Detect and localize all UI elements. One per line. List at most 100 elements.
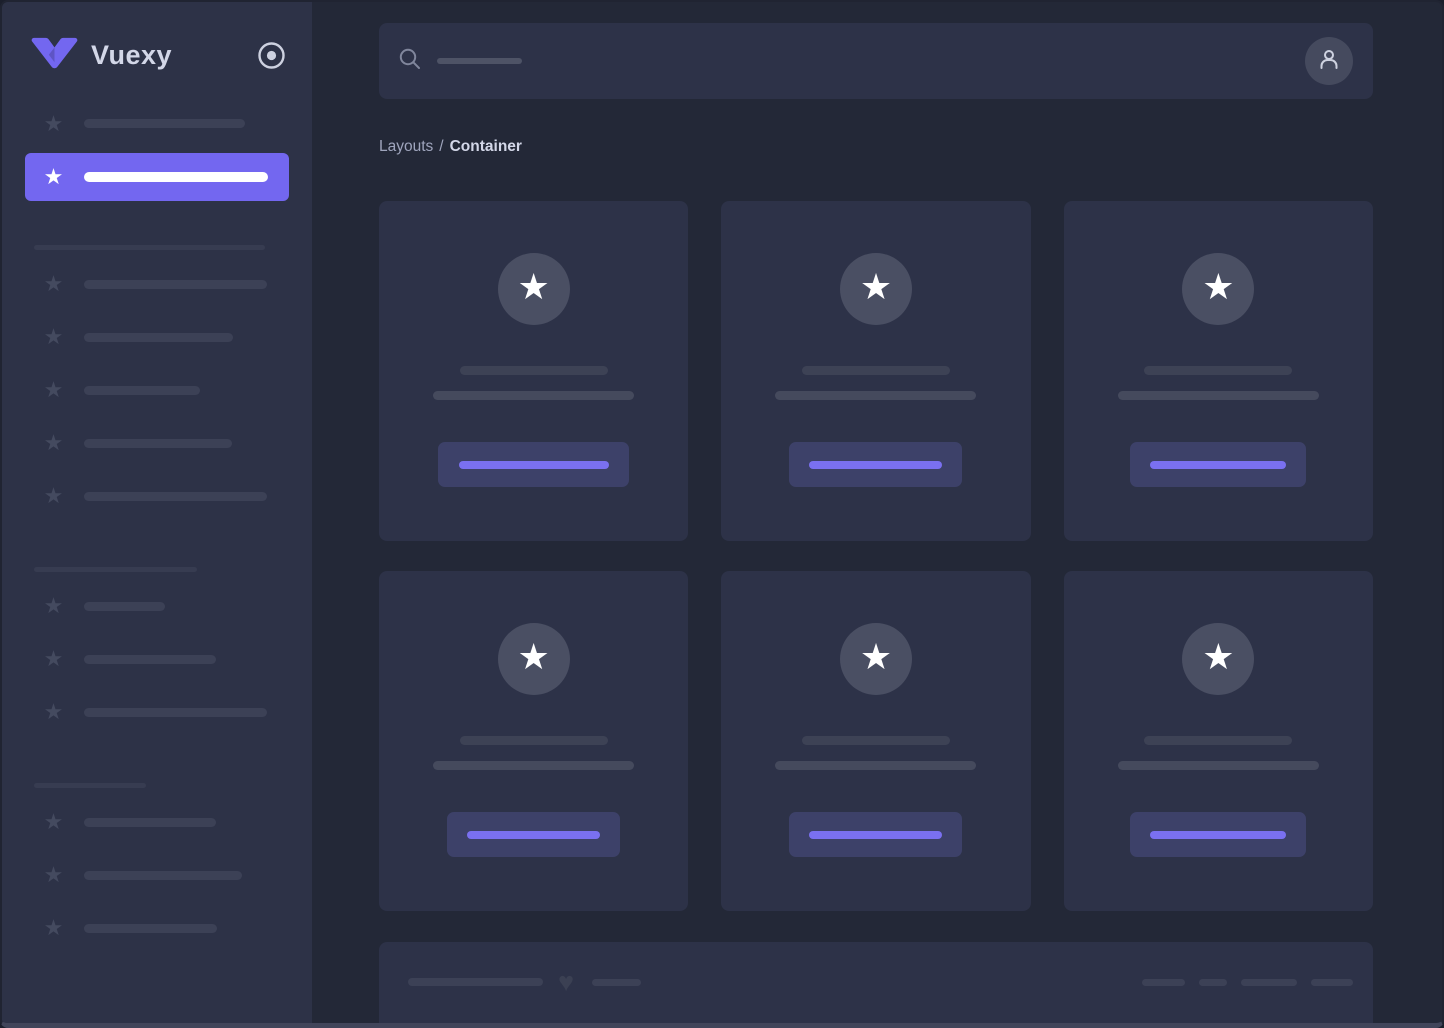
sidebar-item[interactable]: ★ — [25, 849, 289, 902]
star-icon: ★ — [43, 915, 64, 940]
footer-placeholder-bar — [1241, 978, 1297, 986]
footer-row: ♥ — [408, 968, 1353, 996]
card: ★ — [379, 571, 689, 911]
sidebar-item[interactable]: ★ — [25, 470, 289, 523]
sidebar-label-placeholder-bar — [84, 601, 165, 611]
star-icon: ★ — [43, 483, 64, 508]
breadcrumb-separator: / — [439, 138, 444, 155]
button-label-placeholder-bar — [809, 830, 943, 839]
star-icon: ★ — [517, 636, 550, 677]
card-button[interactable] — [789, 442, 963, 487]
heart-icon[interactable]: ♥ — [558, 968, 574, 996]
card-subtitle-placeholder-bar — [775, 761, 977, 770]
search-icon — [399, 48, 421, 75]
app-logo-text: Vuexy — [91, 40, 173, 70]
card-subtitle-placeholder-bar — [1117, 761, 1319, 770]
breadcrumb-parent-link[interactable]: Layouts — [379, 138, 433, 155]
breadcrumb: Layouts / Container — [379, 138, 1373, 156]
sidebar-item[interactable]: ★ — [25, 580, 289, 633]
footer-pagination-bars — [1142, 978, 1353, 986]
sidebar-label-placeholder-bar — [84, 491, 267, 501]
card-subtitle-placeholder-bar — [433, 391, 635, 400]
card-avatar: ★ — [839, 623, 912, 695]
sidebar-header: Vuexy — [25, 2, 289, 97]
footer-placeholder-bar — [1311, 978, 1353, 986]
sidebar-label-placeholder-bar — [84, 870, 242, 880]
sidebar-label-placeholder-bar — [84, 332, 233, 342]
cards-grid: ★ ★ ★ ★ ★ ★ — [379, 201, 1373, 911]
sidebar-item[interactable]: ★ — [25, 417, 289, 470]
star-icon: ★ — [43, 324, 64, 349]
sidebar-label-placeholder-bar — [84, 171, 268, 182]
sidebar-section-divider — [34, 566, 197, 572]
card-avatar: ★ — [839, 253, 912, 325]
button-label-placeholder-bar — [1150, 830, 1287, 839]
card-avatar: ★ — [497, 623, 570, 695]
button-label-placeholder-bar — [809, 460, 943, 469]
star-icon: ★ — [43, 593, 64, 618]
sidebar-item[interactable]: ★ — [25, 686, 289, 739]
record-icon[interactable] — [257, 41, 286, 70]
sidebar: Vuexy ★ ★ ★ ★ ★ ★ ★ ★ ★ ★ ★ ★ ★ — [2, 2, 312, 1023]
star-icon: ★ — [517, 266, 550, 307]
sidebar-label-placeholder-bar — [84, 923, 217, 933]
card-subtitle-placeholder-bar — [1117, 391, 1319, 400]
star-icon: ★ — [43, 646, 64, 671]
star-icon: ★ — [43, 809, 64, 834]
footer-panel: ♥ — [379, 942, 1373, 1023]
sidebar-nav: ★ ★ ★ ★ ★ ★ ★ ★ ★ ★ ★ ★ ★ — [25, 97, 289, 955]
card-title-placeholder-bar — [459, 366, 608, 375]
sidebar-label-placeholder-bar — [84, 707, 267, 717]
star-icon: ★ — [43, 862, 64, 887]
vuexy-logo-icon[interactable] — [31, 34, 78, 78]
sidebar-label-placeholder-bar — [84, 654, 216, 664]
sidebar-item[interactable]: ★ — [25, 633, 289, 686]
card-title-placeholder-bar — [801, 736, 950, 745]
sidebar-item[interactable]: ★ — [25, 97, 289, 150]
card-button[interactable] — [438, 442, 630, 487]
user-avatar[interactable] — [1305, 37, 1353, 85]
card-subtitle-placeholder-bar — [775, 391, 977, 400]
sidebar-label-placeholder-bar — [84, 119, 245, 128]
card-avatar: ★ — [497, 253, 570, 325]
sidebar-section-divider — [34, 244, 265, 250]
sidebar-label-placeholder-bar — [84, 438, 232, 448]
card: ★ — [1063, 201, 1373, 541]
main-content: Layouts / Container ★ ★ ★ ★ ★ ★ ♥ — [312, 2, 1442, 1023]
card: ★ — [721, 201, 1031, 541]
card-button[interactable] — [1130, 442, 1307, 487]
footer-placeholder-bar — [592, 978, 642, 986]
card: ★ — [1063, 571, 1373, 911]
sidebar-section-divider — [34, 782, 146, 788]
star-icon: ★ — [43, 377, 64, 402]
card-button[interactable] — [789, 812, 963, 857]
search-input[interactable] — [379, 23, 1373, 99]
card-button[interactable] — [447, 812, 621, 857]
sidebar-item-active[interactable]: ★ — [25, 152, 289, 201]
sidebar-item[interactable]: ★ — [25, 364, 289, 417]
footer-placeholder-bar — [1142, 978, 1185, 986]
card-title-placeholder-bar — [459, 736, 608, 745]
card-subtitle-placeholder-bar — [433, 761, 635, 770]
sidebar-item[interactable]: ★ — [25, 258, 289, 311]
footer-placeholder-bar — [1199, 978, 1227, 986]
card-button[interactable] — [1130, 812, 1307, 857]
card-avatar: ★ — [1182, 253, 1255, 325]
card: ★ — [379, 201, 689, 541]
star-icon: ★ — [43, 163, 64, 189]
card-title-placeholder-bar — [1144, 366, 1293, 375]
app-window: Vuexy ★ ★ ★ ★ ★ ★ ★ ★ ★ ★ ★ ★ ★ Layouts … — [0, 0, 1444, 1028]
user-icon — [1317, 47, 1341, 76]
sidebar-item[interactable]: ★ — [25, 902, 289, 955]
sidebar-item[interactable]: ★ — [25, 796, 289, 849]
star-icon: ★ — [859, 636, 893, 677]
sidebar-label-placeholder-bar — [84, 385, 200, 395]
button-label-placeholder-bar — [467, 830, 601, 839]
footer-placeholder-bar — [408, 978, 543, 986]
star-icon: ★ — [43, 110, 64, 136]
card: ★ — [721, 571, 1031, 911]
star-icon: ★ — [1202, 266, 1235, 307]
star-icon: ★ — [1202, 636, 1235, 677]
sidebar-item[interactable]: ★ — [25, 311, 289, 364]
star-icon: ★ — [43, 699, 64, 724]
